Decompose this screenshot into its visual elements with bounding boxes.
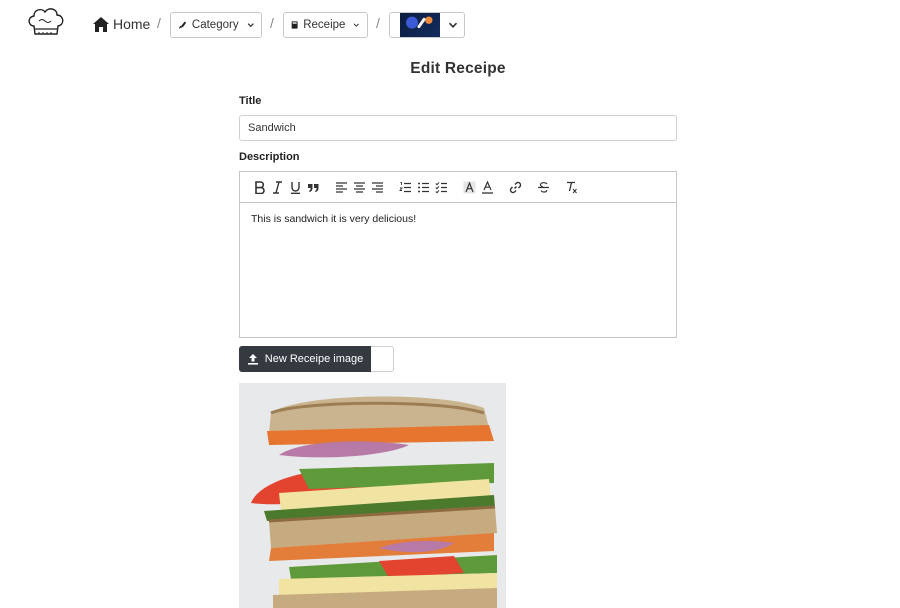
ordered-list-icon[interactable] [396, 178, 414, 196]
description-text[interactable]: This is sandwich it is very delicious! [240, 203, 676, 235]
chevron-down-icon [448, 22, 458, 28]
breadcrumb-separator: / [157, 15, 161, 31]
image-upload-group: New Receipe image [239, 346, 394, 372]
home-label: Home [113, 16, 151, 32]
upload-image-label: New Receipe image [264, 353, 364, 365]
font-color-icon[interactable] [478, 178, 496, 196]
checklist-icon[interactable] [432, 178, 450, 196]
category-icon [178, 21, 187, 29]
align-left-icon[interactable] [332, 178, 350, 196]
title-input[interactable] [239, 115, 677, 141]
chevron-down-icon [247, 23, 254, 28]
home-icon [93, 16, 109, 32]
breadcrumb-separator: / [376, 15, 380, 31]
editor-toolbar [240, 172, 676, 203]
underline-icon[interactable] [286, 178, 304, 196]
title-label: Title [239, 95, 262, 107]
bold-icon[interactable] [250, 178, 268, 196]
receipe-dropdown[interactable]: Receipe [283, 12, 368, 38]
recipe-thumbnail-dropdown[interactable] [389, 12, 465, 38]
highlight-icon[interactable] [460, 178, 478, 196]
recipe-image [239, 383, 506, 608]
blockquote-icon[interactable] [304, 178, 322, 196]
upload-icon [247, 354, 258, 365]
clear-format-icon[interactable] [562, 178, 580, 196]
bullet-list-icon[interactable] [414, 178, 432, 196]
align-center-icon[interactable] [350, 178, 368, 196]
description-editor: This is sandwich it is very delicious! [239, 171, 677, 338]
book-icon [291, 21, 298, 29]
description-label: Description [239, 151, 300, 163]
file-input-field[interactable] [371, 346, 394, 372]
upload-image-button[interactable]: New Receipe image [239, 346, 371, 372]
chevron-down-icon [354, 23, 360, 27]
receipe-label: Receipe [303, 19, 346, 31]
link-icon[interactable] [506, 178, 524, 196]
recipe-thumbnail-image [400, 13, 440, 37]
category-label: Category [191, 19, 239, 31]
breadcrumb-separator: / [270, 15, 274, 31]
align-right-icon[interactable] [368, 178, 386, 196]
page-title: Edit Receipe [410, 60, 506, 77]
strikethrough-icon[interactable] [534, 178, 552, 196]
category-dropdown[interactable]: Category [170, 12, 262, 38]
chef-hat-logo[interactable] [26, 6, 66, 38]
home-link[interactable]: Home [93, 15, 150, 33]
italic-icon[interactable] [268, 178, 286, 196]
